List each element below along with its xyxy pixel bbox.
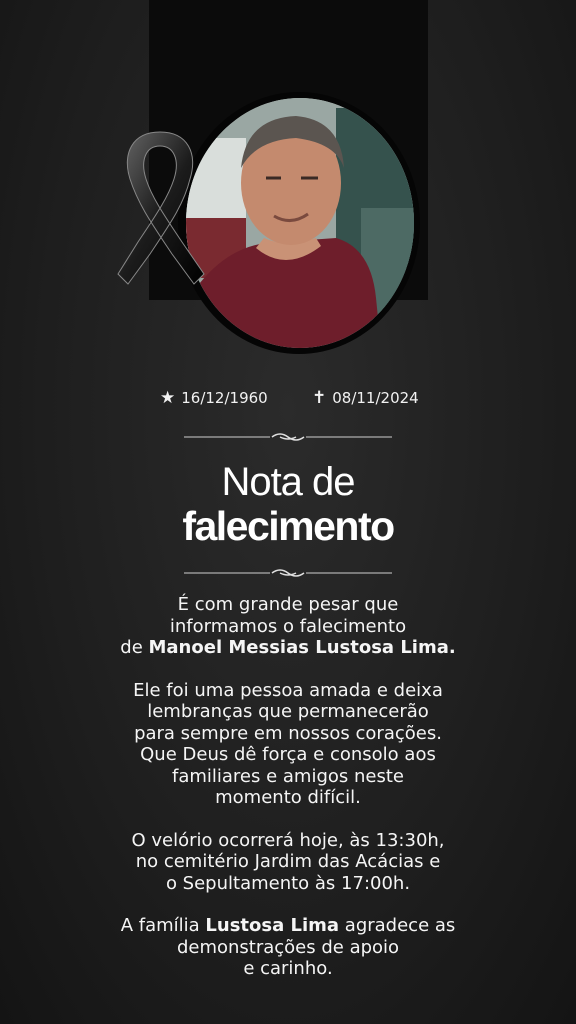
death-date: ✝ 08/11/2024	[312, 388, 419, 408]
deceased-name: Manoel Messias Lustosa Lima.	[148, 637, 456, 658]
mourning-ribbon-icon	[117, 131, 205, 285]
text-line: Que Deus dê força e consolo aos	[140, 744, 436, 765]
portrait-illustration	[186, 98, 414, 348]
text-line: Ele foi uma pessoa amada e deixa	[133, 679, 443, 701]
ornament-divider-icon	[184, 569, 392, 577]
text-line: familiares e amigos neste	[171, 765, 404, 787]
page-title: Nota de falecimento	[0, 462, 576, 547]
family-name: Lustosa Lima	[205, 915, 340, 936]
birth-date-text: 16/12/1960	[181, 389, 268, 407]
cross-icon: ✝	[312, 388, 327, 408]
paragraph-announcement: É com grande pesar que informamos o fale…	[40, 594, 536, 659]
ornament-divider-icon	[184, 433, 392, 441]
birth-date: ★ 16/12/1960	[160, 388, 268, 408]
text-line: demonstrações de apoio	[176, 936, 400, 958]
text-line: o Sepultamento às 17:00h.	[165, 872, 411, 894]
text-line: e carinho.	[243, 958, 333, 979]
title-line-1: Nota de	[221, 460, 355, 504]
paragraph-funeral-info: O velório ocorrerá hoje, às 13:30h, no c…	[40, 830, 536, 895]
text-line: para sempre em nossos corações.	[134, 722, 442, 744]
paragraph-tribute: Ele foi uma pessoa amada e deixa lembran…	[40, 680, 536, 809]
text-line: informamos o falecimento	[169, 615, 407, 637]
death-date-text: 08/11/2024	[332, 389, 419, 407]
text-line: agradece as	[339, 915, 456, 936]
text-line: O velório ocorrerá hoje, às 13:30h,	[131, 829, 445, 851]
text-line: momento difícil.	[215, 787, 361, 808]
title-line-2: falecimento	[182, 503, 395, 549]
text-line: no cemitério Jardim das Acácias e	[135, 851, 441, 872]
paragraph-thanks: A família Lustosa Lima agradece as demon…	[40, 915, 536, 980]
text-line: A família	[120, 915, 206, 936]
obituary-message: É com grande pesar que informamos o fale…	[40, 594, 536, 1001]
star-icon: ★	[160, 388, 176, 408]
dates-row: ★ 16/12/1960 ✝ 08/11/2024	[0, 388, 576, 412]
text-line: lembranças que permanecerão	[147, 701, 429, 722]
text-line: de	[120, 637, 149, 658]
portrait-photo	[186, 98, 414, 348]
text-line: É com grande pesar que	[177, 594, 399, 615]
